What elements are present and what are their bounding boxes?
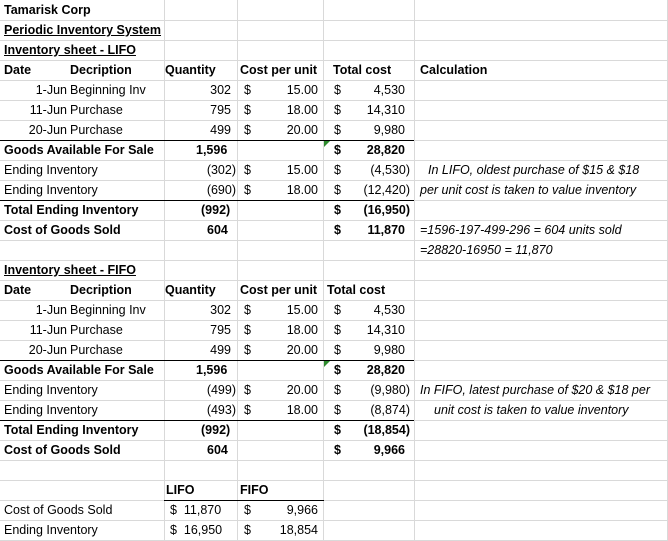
total-ending-inventory-label: Total Ending Inventory — [4, 203, 139, 217]
goods-available-quantity: 1,596 — [196, 363, 228, 377]
header-quantity: Quantity — [165, 283, 216, 297]
lifo-note-line1: In LIFO, oldest purchase of $15 & $18 — [428, 163, 640, 177]
error-indicator-icon — [324, 141, 330, 147]
total-ending-inventory-quantity: (992) — [201, 423, 231, 437]
lifo-note-line2: per unit cost is taken to value inventor… — [420, 183, 637, 197]
ending-inventory-label: Ending Inventory — [4, 183, 98, 197]
row-quantity: 499 — [210, 123, 231, 137]
cogs-total: 11,870 — [367, 223, 405, 237]
row-quantity: 302 — [210, 83, 231, 97]
summary-header-lifo: LIFO — [166, 483, 195, 497]
row-gridline — [0, 480, 668, 481]
total-ending-inventory-label: Total Ending Inventory — [4, 423, 139, 437]
header-quantity: Quantity — [165, 63, 216, 77]
goods-available-total: 28,820 — [366, 143, 405, 157]
ending-inventory-cost-per-unit: 18.00 — [286, 403, 318, 417]
ending-inventory-label: Ending Inventory — [4, 163, 98, 177]
cogs-quantity: 604 — [207, 223, 228, 237]
summary-cogs-fifo: 9,966 — [286, 503, 318, 517]
ending-inventory-total: (4,530) — [370, 163, 410, 177]
row-date: 20-Jun — [28, 123, 67, 137]
system-title: Periodic Inventory System — [4, 23, 162, 37]
total-ending-inventory-quantity: (992) — [201, 203, 231, 217]
summary-cogs-lifo: $ 11,870 — [170, 503, 222, 517]
header-total-cost: Total cost — [333, 63, 392, 77]
header-calculation: Calculation — [420, 63, 488, 77]
goods-available-label: Goods Available For Sale — [4, 363, 154, 377]
summary-cogs-label: Cost of Goods Sold — [4, 503, 113, 517]
row-gridline — [0, 460, 668, 461]
goods-available-quantity: 1,596 — [196, 143, 228, 157]
goods-available-total: 28,820 — [366, 363, 405, 377]
row-total-cost: 14,310 — [366, 323, 405, 337]
ending-inventory-quantity: (499) — [206, 383, 236, 397]
goods-available-label: Goods Available For Sale — [4, 143, 154, 157]
ending-inventory-quantity: (302) — [206, 163, 236, 177]
ending-inventory-label: Ending Inventory — [4, 403, 98, 417]
fifo-sheet-title: Inventory sheet - FIFO — [4, 263, 136, 277]
fifo-note-line1: In FIFO, latest purchase of $20 & $18 pe… — [420, 383, 650, 397]
row-gridline — [0, 240, 668, 241]
fifo-note-line2: unit cost is taken to value inventory — [434, 403, 629, 417]
summary-ending-inventory-lifo: $ 16,950 — [170, 523, 223, 537]
ending-inventory-cost-per-unit: 20.00 — [286, 383, 318, 397]
row-quantity: 795 — [210, 323, 231, 337]
header-description: Decription — [70, 283, 132, 297]
row-description: Beginning Inv — [70, 83, 146, 97]
ending-inventory-cost-per-unit: 18.00 — [286, 183, 318, 197]
row-description: Beginning Inv — [70, 303, 146, 317]
row-date: 1-Jun — [35, 303, 67, 317]
row-total-cost: 4,530 — [373, 303, 405, 317]
row-quantity: 499 — [210, 343, 231, 357]
cogs-quantity: 604 — [207, 443, 228, 457]
calc-units-sold: =1596-197-499-296 = 604 units sold — [420, 223, 622, 237]
header-cost-per-unit: Cost per unit — [240, 283, 318, 297]
row-total-cost: 9,980 — [373, 123, 405, 137]
row-total-cost: 4,530 — [373, 83, 405, 97]
cogs-label: Cost of Goods Sold — [4, 443, 121, 457]
row-total-cost: 14,310 — [366, 103, 405, 117]
row-cost-per-unit: 15.00 — [286, 83, 318, 97]
summary-ending-inventory-fifo: 18,854 — [279, 523, 318, 537]
row-cost-per-unit: 18.00 — [286, 323, 318, 337]
header-cost-per-unit: Cost per unit — [240, 63, 318, 77]
summary-ending-inventory-label: Ending Inventory — [4, 523, 98, 537]
row-description: Purchase — [70, 123, 123, 137]
row-cost-per-unit: 15.00 — [286, 303, 318, 317]
ending-inventory-total: (8,874) — [370, 403, 410, 417]
row-date: 20-Jun — [28, 343, 67, 357]
row-cost-per-unit: 20.00 — [286, 343, 318, 357]
row-cost-per-unit: 18.00 — [286, 103, 318, 117]
ending-inventory-cost-per-unit: 15.00 — [286, 163, 318, 177]
calc-cogs: =28820-16950 = 11,870 — [420, 243, 553, 257]
row-quantity: 302 — [210, 303, 231, 317]
row-description: Purchase — [70, 343, 123, 357]
row-description: Purchase — [70, 323, 123, 337]
row-quantity: 795 — [210, 103, 231, 117]
row-date: 11-Jun — [29, 103, 67, 117]
header-description: Decription — [70, 63, 132, 77]
row-gridline — [0, 520, 668, 521]
total-ending-inventory-total: (18,854) — [363, 423, 410, 437]
ending-inventory-label: Ending Inventory — [4, 383, 98, 397]
row-total-cost: 9,980 — [373, 343, 405, 357]
row-description: Purchase — [70, 103, 123, 117]
company-name: Tamarisk Corp — [4, 3, 91, 17]
ending-inventory-total: (12,420) — [363, 183, 410, 197]
header-date: Date — [4, 283, 32, 297]
header-total-cost: Total cost — [327, 283, 386, 297]
ending-inventory-total: (9,980) — [370, 383, 410, 397]
lifo-sheet-title: Inventory sheet - LIFO — [4, 43, 136, 57]
header-date: Date — [4, 63, 32, 77]
row-date: 1-Jun — [35, 83, 67, 97]
ending-inventory-quantity: (690) — [206, 183, 236, 197]
row-date: 11-Jun — [29, 323, 67, 337]
error-indicator-icon — [324, 361, 330, 367]
row-cost-per-unit: 20.00 — [286, 123, 318, 137]
cogs-label: Cost of Goods Sold — [4, 223, 121, 237]
ending-inventory-quantity: (493) — [206, 403, 236, 417]
cogs-total: 9,966 — [373, 443, 405, 457]
summary-header-fifo: FIFO — [240, 483, 269, 497]
total-ending-inventory-total: (16,950) — [363, 203, 410, 217]
